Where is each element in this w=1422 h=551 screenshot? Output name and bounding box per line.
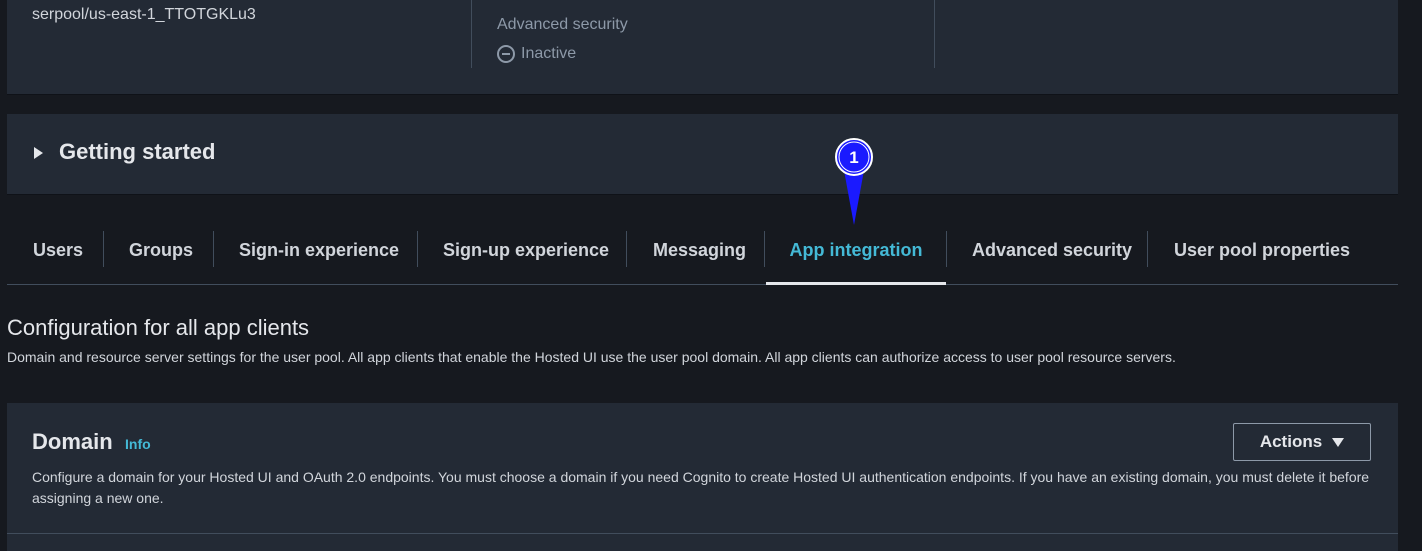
user-pool-overview-panel: serpool/us-east-1_TTOTGKLu3 Advanced sec… <box>7 0 1398 95</box>
marker-label: 1 <box>849 148 858 167</box>
info-link[interactable]: Info <box>125 436 151 452</box>
getting-started-section[interactable]: Getting started <box>7 114 1398 195</box>
tab-sign-up-experience[interactable]: Sign-up experience <box>443 216 609 284</box>
caret-down-icon <box>1332 437 1345 447</box>
tab-groups[interactable]: Groups <box>129 216 193 284</box>
domain-panel: Domain Info Actions Configure a domain f… <box>7 403 1398 551</box>
actions-label: Actions <box>1259 432 1323 451</box>
step-marker: 1 <box>835 138 873 225</box>
advanced-security-label: Advanced security <box>497 16 628 33</box>
divider <box>471 0 472 68</box>
tab-separator <box>764 231 765 267</box>
domain-title: Domain <box>32 429 113 454</box>
caret-right-icon[interactable] <box>34 147 43 159</box>
divider <box>934 0 935 68</box>
tab-separator <box>213 231 214 267</box>
advanced-security-status: Inactive <box>497 45 576 63</box>
minus-circle-icon <box>497 45 515 63</box>
getting-started-title[interactable]: Getting started <box>59 139 215 165</box>
tab-users[interactable]: Users <box>33 216 83 284</box>
tab-separator <box>103 231 104 267</box>
tab-sign-in-experience[interactable]: Sign-in experience <box>239 216 399 284</box>
tab-advanced-security[interactable]: Advanced security <box>972 216 1132 284</box>
tab-separator <box>417 231 418 267</box>
user-pool-tabs: Users Groups Sign-in experience Sign-up … <box>7 216 1398 285</box>
tab-messaging[interactable]: Messaging <box>653 216 746 284</box>
tab-separator <box>1147 231 1148 267</box>
config-title: Configuration for all app clients <box>7 315 310 340</box>
user-pool-id: serpool/us-east-1_TTOTGKLu3 <box>32 6 256 23</box>
domain-description: Configure a domain for your Hosted UI an… <box>32 469 1370 506</box>
tab-separator <box>626 231 627 267</box>
divider <box>7 533 1398 534</box>
config-description: Domain and resource server settings for … <box>7 349 1176 365</box>
actions-button[interactable]: Actions <box>1233 423 1371 461</box>
status-text: Inactive <box>521 45 577 62</box>
tab-user-pool-properties[interactable]: User pool properties <box>1174 216 1350 284</box>
tab-separator <box>946 231 947 267</box>
